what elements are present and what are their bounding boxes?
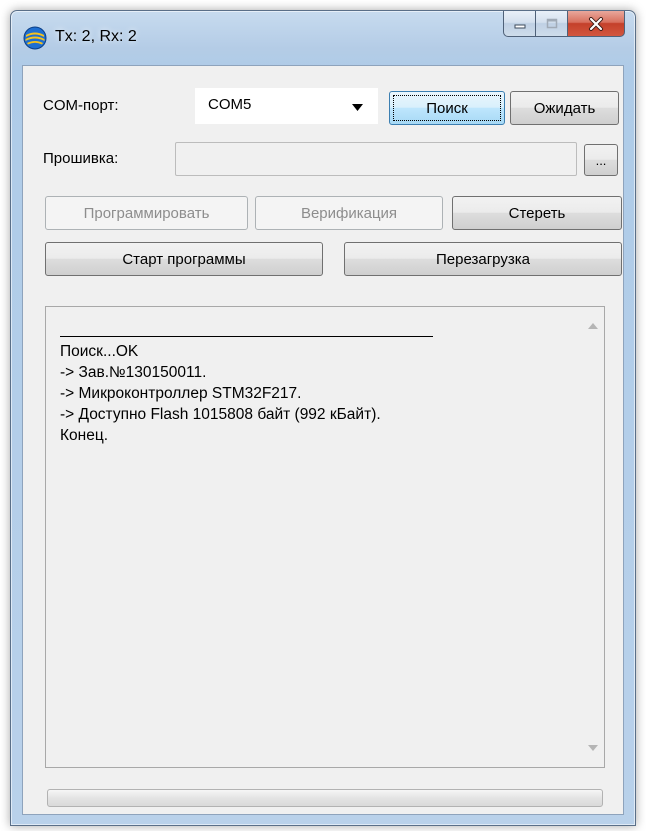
log-line: Конец. (60, 427, 109, 444)
firmware-path-field[interactable] (175, 142, 577, 176)
log-line: -> Доступно Flash 1015808 байт (992 кБай… (60, 406, 381, 423)
minimize-button[interactable] (503, 11, 535, 37)
program-button[interactable]: Программировать (45, 196, 248, 230)
maximize-button[interactable] (535, 11, 567, 37)
reboot-button[interactable]: Перезагрузка (344, 242, 622, 276)
browse-button[interactable]: ... (584, 144, 618, 176)
maximize-icon (546, 18, 557, 28)
search-button[interactable]: Поиск (389, 91, 505, 125)
erase-button[interactable]: Стереть (452, 196, 622, 230)
log-output[interactable]: Поиск...OK -> Зав.№130150011. -> Микроко… (45, 306, 605, 768)
progress-bar (47, 789, 603, 807)
log-separator (60, 336, 433, 337)
close-button[interactable] (567, 11, 625, 37)
scroll-down-icon[interactable] (588, 745, 598, 751)
window-title: Tx: 2, Rx: 2 (55, 28, 137, 45)
scroll-up-icon[interactable] (588, 323, 598, 329)
client-area: COM-порт: COM5 Поиск Ожидать Прошивка: .… (22, 65, 624, 815)
log-lines: Поиск...OK -> Зав.№130150011. -> Микроко… (60, 341, 381, 446)
verify-button[interactable]: Верификация (255, 196, 443, 230)
start-program-button[interactable]: Старт программы (45, 242, 323, 276)
globe-icon (23, 26, 47, 50)
main-window: Tx: 2, Rx: 2 COM-порт: COM5 Поиск Ожидат… (10, 10, 636, 826)
close-icon (589, 16, 603, 31)
com-port-label: COM-порт: (43, 97, 119, 114)
log-line: -> Микроконтроллер STM32F217. (60, 385, 302, 402)
log-line: Поиск...OK (60, 343, 139, 360)
minimize-icon (514, 24, 525, 28)
caption-buttons (503, 11, 625, 37)
firmware-label: Прошивка: (43, 150, 119, 167)
log-line: -> Зав.№130150011. (60, 364, 207, 381)
title-bar[interactable]: Tx: 2, Rx: 2 (11, 11, 635, 63)
com-port-select[interactable]: COM5 (195, 88, 378, 124)
chevron-down-icon (352, 104, 363, 111)
com-port-value: COM5 (208, 96, 252, 113)
wait-button[interactable]: Ожидать (510, 91, 619, 125)
